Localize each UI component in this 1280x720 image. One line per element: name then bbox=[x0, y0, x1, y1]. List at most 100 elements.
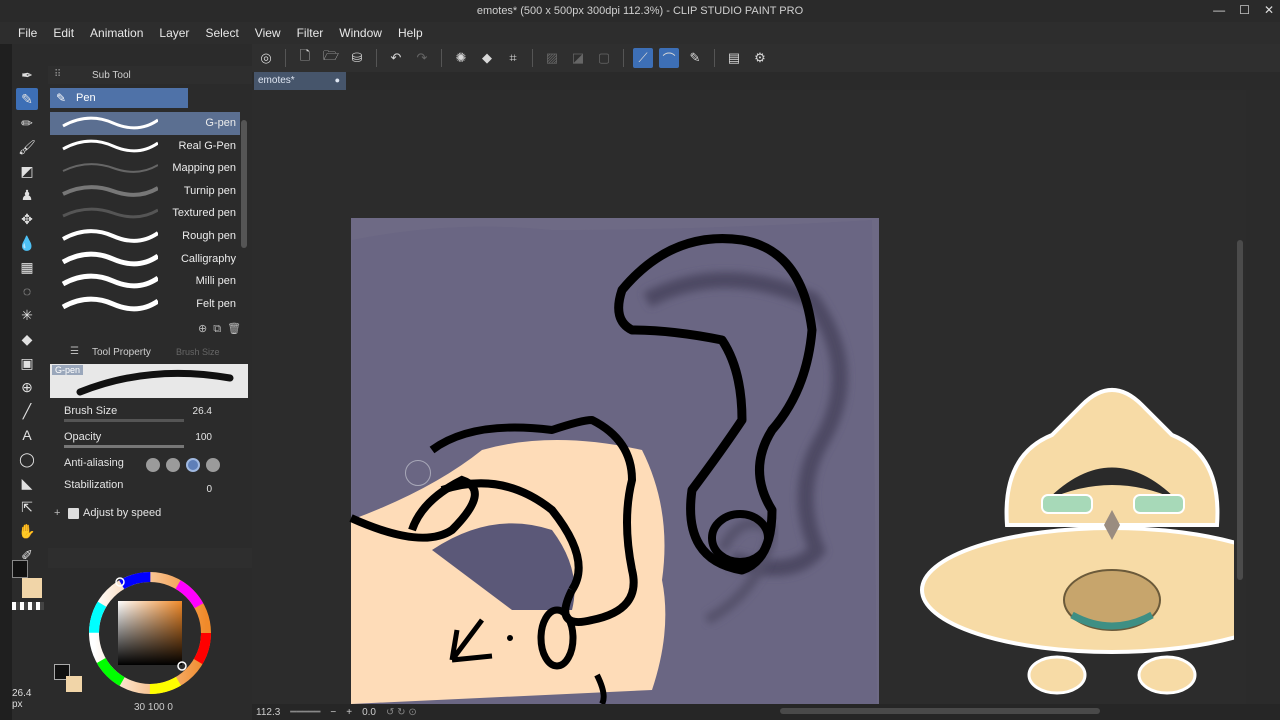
color-panel-tabs[interactable] bbox=[48, 548, 252, 568]
transform-icon[interactable]: ⌗ bbox=[503, 48, 523, 68]
main-sub-color-swatches[interactable] bbox=[12, 560, 46, 620]
opacity-value[interactable]: 100 bbox=[195, 432, 212, 443]
frame-icon[interactable]: ▢ bbox=[594, 48, 614, 68]
angle-value[interactable]: 0.0 bbox=[362, 707, 376, 718]
brush-item[interactable]: Felt pen bbox=[50, 293, 240, 316]
menu-window[interactable]: Window bbox=[339, 26, 382, 40]
fill-icon[interactable]: ◆ bbox=[477, 48, 497, 68]
stabilization-row[interactable]: Stabilization 0 bbox=[50, 476, 242, 498]
eyedropper-icon[interactable]: ⊕ bbox=[16, 376, 38, 398]
menu-filter[interactable]: Filter bbox=[297, 26, 324, 40]
brush-item[interactable]: Turnip pen bbox=[50, 180, 240, 203]
opacity-slider[interactable] bbox=[64, 445, 184, 448]
crop-icon[interactable]: ▨ bbox=[542, 48, 562, 68]
brush-icon[interactable]: 🖌 bbox=[16, 136, 38, 158]
sub-tool-header[interactable]: ⠿ Sub Tool bbox=[48, 66, 252, 84]
brush-item[interactable]: G-pen bbox=[50, 112, 240, 135]
antialias-medium-option[interactable] bbox=[186, 458, 200, 472]
pen-icon[interactable]: ✎ bbox=[16, 88, 38, 110]
tab-close-icon[interactable]: ● bbox=[335, 75, 340, 85]
tool-property-header[interactable]: ☰ Tool Property Brush Size bbox=[48, 342, 252, 362]
sub-tool-footer-icons[interactable]: ⊕⧉🗑 bbox=[198, 322, 247, 336]
menu-edit[interactable]: Edit bbox=[53, 26, 74, 40]
zoom-value[interactable]: 112.3 bbox=[256, 707, 280, 718]
canvas-horizontal-scrollbar[interactable] bbox=[780, 708, 1100, 714]
open-folder-icon[interactable]: 🗁 bbox=[321, 48, 341, 68]
menu-view[interactable]: View bbox=[255, 26, 281, 40]
antialias-weak-option[interactable] bbox=[166, 458, 180, 472]
move-icon[interactable]: ✥ bbox=[16, 208, 38, 230]
clip-studio-icon[interactable]: ◎ bbox=[256, 48, 276, 68]
fill-drop-icon[interactable]: 💧 bbox=[16, 232, 38, 254]
pen-tool-icon[interactable]: ✒ bbox=[16, 64, 38, 86]
brush-item[interactable]: Rough pen bbox=[50, 225, 240, 248]
balloon-icon[interactable]: ◯ bbox=[16, 448, 38, 470]
zoom-slider-icon[interactable]: ━━━━━ bbox=[290, 707, 320, 718]
antialias-strong-option[interactable] bbox=[206, 458, 220, 472]
brush-list-scrollbar[interactable] bbox=[240, 112, 248, 316]
brush-item[interactable]: Real G-Pen bbox=[50, 135, 240, 158]
brush-size-row[interactable]: Brush Size 26.4 bbox=[50, 402, 242, 424]
color-wheel[interactable] bbox=[48, 568, 252, 718]
line-icon[interactable]: ╱ bbox=[16, 400, 38, 422]
fill-bucket-icon[interactable]: ◆ bbox=[16, 328, 38, 350]
menu-layer[interactable]: Layer bbox=[159, 26, 189, 40]
brush-item[interactable]: Mapping pen bbox=[50, 157, 240, 180]
color-panel-sub-swatch[interactable] bbox=[66, 676, 82, 692]
help-icon[interactable]: ⚙ bbox=[750, 48, 770, 68]
menu-select[interactable]: Select bbox=[205, 26, 238, 40]
blend-icon[interactable]: ♟ bbox=[16, 184, 38, 206]
menu-help[interactable]: Help bbox=[398, 26, 423, 40]
brush-size-tab[interactable]: Brush Size bbox=[176, 347, 220, 357]
loading-icon[interactable]: ✺ bbox=[451, 48, 471, 68]
adjust-by-speed-row[interactable]: + Adjust by speed bbox=[50, 504, 242, 526]
hand-icon[interactable]: ✋ bbox=[16, 520, 38, 542]
close-button[interactable]: ✕ bbox=[1264, 3, 1274, 17]
brush-item[interactable]: Calligraphy bbox=[50, 248, 240, 271]
sub-tool-group-tab[interactable]: ✎ Pen bbox=[50, 88, 188, 108]
rotate-icons[interactable]: ↺ ↻ ⊙ bbox=[386, 707, 417, 718]
adjust-by-speed-checkbox[interactable] bbox=[68, 508, 79, 519]
menu-file[interactable]: File bbox=[18, 26, 37, 40]
selection-icon[interactable]: ◪ bbox=[568, 48, 588, 68]
lasso-icon[interactable]: ◌ bbox=[16, 280, 38, 302]
undo-icon[interactable]: ↶ bbox=[386, 48, 406, 68]
settings-icon[interactable]: ▤ bbox=[724, 48, 744, 68]
brush-size-value[interactable]: 26.4 bbox=[193, 406, 212, 417]
main-color-swatch[interactable] bbox=[12, 560, 28, 578]
new-file-icon[interactable]: 🗋 bbox=[295, 48, 315, 68]
magic-wand-icon[interactable]: ✳ bbox=[16, 304, 38, 326]
menu-animation[interactable]: Animation bbox=[90, 26, 143, 40]
transparent-color-swatch[interactable] bbox=[12, 602, 44, 610]
text-icon[interactable]: A bbox=[16, 424, 38, 446]
maximize-button[interactable]: ☐ bbox=[1239, 3, 1250, 17]
canvas-vertical-scrollbar[interactable] bbox=[1234, 90, 1246, 704]
gradient-icon[interactable]: ▣ bbox=[16, 352, 38, 374]
antialias-none-option[interactable] bbox=[146, 458, 160, 472]
zoom-in-icon[interactable]: + bbox=[346, 707, 352, 718]
object-icon[interactable]: ⇱ bbox=[16, 496, 38, 518]
expand-icon[interactable]: + bbox=[54, 507, 60, 519]
snap-ruler-icon[interactable]: ⟋ bbox=[633, 48, 653, 68]
document-tab[interactable]: emotes* ● bbox=[254, 72, 346, 90]
zoom-out-icon[interactable]: − bbox=[330, 707, 336, 718]
opacity-row[interactable]: Opacity 100 bbox=[50, 428, 242, 450]
pencil-icon[interactable]: ✏ bbox=[16, 112, 38, 134]
redo-icon[interactable]: ↷ bbox=[412, 48, 432, 68]
canvas-area[interactable] bbox=[252, 90, 1234, 704]
eraser-icon[interactable]: ◩ bbox=[16, 160, 38, 182]
brush-item[interactable]: Milli pen bbox=[50, 270, 240, 293]
snap-grid-icon[interactable]: ✎ bbox=[685, 48, 705, 68]
stabilization-value[interactable]: 0 bbox=[206, 484, 212, 495]
artwork-canvas[interactable] bbox=[252, 90, 1234, 704]
grid-icon[interactable]: ▦ bbox=[16, 256, 38, 278]
save-icon[interactable]: ⛁ bbox=[347, 48, 367, 68]
minimize-button[interactable]: — bbox=[1213, 3, 1225, 17]
brush-size-slider[interactable] bbox=[64, 419, 184, 422]
antialiasing-row[interactable]: Anti-aliasing bbox=[50, 454, 242, 476]
panel-grip-icon[interactable]: ⠿ bbox=[54, 69, 61, 80]
brush-item[interactable]: Textured pen bbox=[50, 202, 240, 225]
sub-color-swatch[interactable] bbox=[22, 578, 42, 598]
snap-special-ruler-icon[interactable]: ⌒ bbox=[659, 48, 679, 68]
correct-line-icon[interactable]: ◣ bbox=[16, 472, 38, 494]
